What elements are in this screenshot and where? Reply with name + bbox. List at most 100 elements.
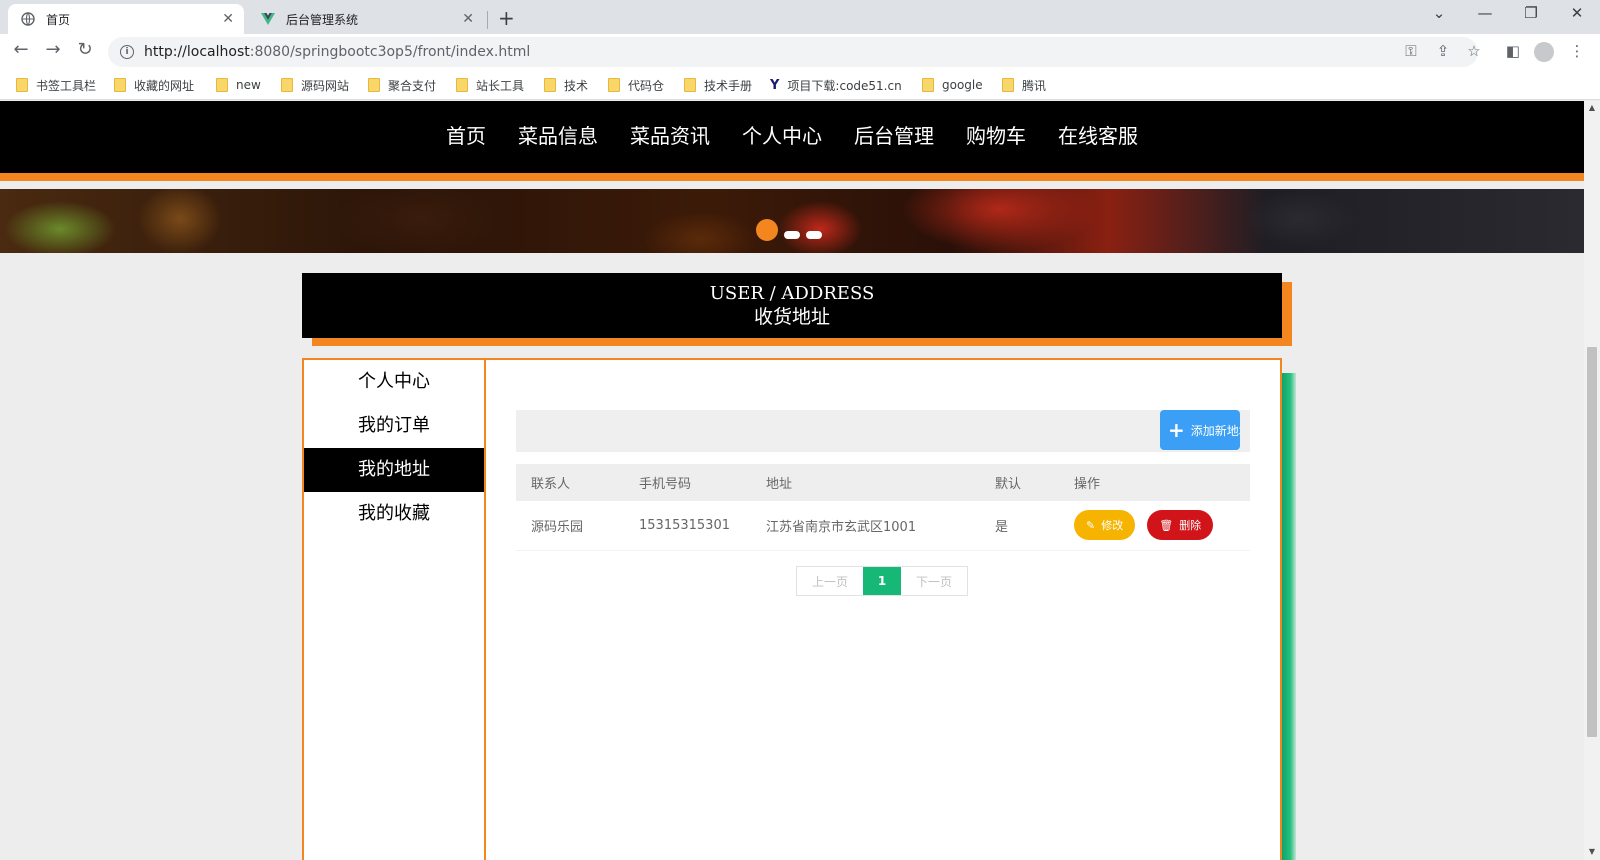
bookmark-item[interactable]: 站长工具 bbox=[456, 75, 524, 95]
section-title-zh: 收货地址 bbox=[753, 306, 830, 328]
close-icon[interactable]: ✕ bbox=[462, 11, 474, 27]
bookmark-label: 站长工具 bbox=[476, 78, 525, 93]
column-header-actions: 操作 bbox=[1059, 464, 1250, 501]
bookmark-item[interactable]: 收藏的网址 bbox=[114, 75, 194, 95]
add-address-button[interactable]: + 添加新地址 bbox=[1160, 410, 1240, 450]
back-icon[interactable]: ← bbox=[8, 39, 34, 60]
bookmark-label: 书签工具栏 bbox=[36, 78, 97, 93]
bookmark-label: 聚合支付 bbox=[388, 78, 437, 93]
table-header-row: 联系人 手机号码 地址 默认 操作 bbox=[516, 464, 1250, 501]
bookmark-item[interactable]: 聚合支付 bbox=[368, 75, 436, 95]
carousel-dot[interactable] bbox=[806, 231, 822, 239]
bookmark-label: 收藏的网址 bbox=[134, 78, 195, 93]
sidebar-item-orders[interactable]: 我的订单 bbox=[304, 404, 484, 448]
edit-button[interactable]: ✎ 修改 bbox=[1074, 510, 1136, 541]
banner-carousel bbox=[0, 189, 1584, 253]
address-panel: + 添加新地址 联系人 手机号码 地址 默认 操作 源码乐园 153153153… bbox=[485, 358, 1282, 860]
bookmark-label: 源码网站 bbox=[301, 78, 350, 93]
nav-item-news[interactable]: 菜品资讯 bbox=[614, 120, 726, 149]
bookmark-label: new bbox=[236, 78, 261, 92]
prev-page-button[interactable]: 上一页 bbox=[797, 567, 863, 595]
pencil-icon: ✎ bbox=[1086, 518, 1096, 532]
window-close-icon[interactable]: ✕ bbox=[1554, 4, 1600, 22]
browser-tab-bar: 首页 ✕ 后台管理系统 ✕ + ⌄ — ❐ ✕ bbox=[0, 0, 1600, 34]
sidebar-item-favorites[interactable]: 我的收藏 bbox=[304, 492, 484, 536]
url-path: :8080/springbootc3op5/front/index.html bbox=[249, 44, 531, 60]
reload-icon[interactable]: ↻ bbox=[72, 39, 98, 60]
bookmark-item[interactable]: new bbox=[216, 75, 261, 95]
cell-phone: 15315315301 bbox=[624, 501, 751, 551]
folder-icon bbox=[544, 78, 556, 92]
carousel-indicators bbox=[756, 219, 822, 241]
address-bar[interactable]: i http://localhost:8080/springbootc3op5/… bbox=[108, 37, 1478, 67]
bookmark-item[interactable]: google bbox=[922, 75, 983, 95]
carousel-dot-active[interactable] bbox=[756, 219, 778, 241]
page-number-current[interactable]: 1 bbox=[863, 567, 901, 595]
folder-icon bbox=[608, 78, 620, 92]
tab-title: 首页 bbox=[46, 12, 71, 27]
bookmark-item[interactable]: 技术手册 bbox=[684, 75, 752, 95]
trash-icon: 🗑 bbox=[1159, 518, 1174, 532]
bookmark-label: 技术手册 bbox=[704, 78, 753, 93]
next-page-button[interactable]: 下一页 bbox=[901, 567, 967, 595]
user-side-menu: 个人中心 我的订单 我的地址 我的收藏 bbox=[302, 358, 485, 860]
menu-icon[interactable]: ⋮ bbox=[1566, 42, 1588, 60]
info-icon[interactable]: i bbox=[120, 45, 134, 59]
browser-tab-home[interactable]: 首页 ✕ bbox=[8, 4, 244, 34]
page-scrollbar[interactable]: ▲ ▼ bbox=[1584, 101, 1600, 860]
profile-avatar-icon[interactable] bbox=[1534, 42, 1554, 62]
globe-icon bbox=[20, 11, 36, 27]
sidebar-item-address[interactable]: 我的地址 bbox=[304, 448, 484, 492]
bookmark-item[interactable]: Y 项目下载:code51.cn bbox=[770, 75, 902, 95]
bookmark-label: 腾讯 bbox=[1022, 78, 1047, 93]
edit-label: 修改 bbox=[1101, 519, 1124, 533]
nav-item-dishes[interactable]: 菜品信息 bbox=[502, 120, 614, 149]
cell-actions: ✎ 修改 🗑 删除 bbox=[1059, 501, 1250, 551]
minimize-icon[interactable]: — bbox=[1462, 4, 1508, 22]
bookmark-item[interactable]: 代码仓 bbox=[608, 75, 664, 95]
folder-icon bbox=[1002, 78, 1014, 92]
address-table: 联系人 手机号码 地址 默认 操作 源码乐园 15315315301 江苏省南京… bbox=[516, 464, 1250, 551]
column-header-address: 地址 bbox=[751, 464, 980, 501]
share-icon[interactable]: ⇪ bbox=[1432, 42, 1454, 60]
delete-button[interactable]: 🗑 删除 bbox=[1147, 510, 1214, 541]
folder-icon bbox=[368, 78, 380, 92]
browser-toolbar: ← → ↻ i http://localhost:8080/springboot… bbox=[0, 34, 1600, 70]
column-header-phone: 手机号码 bbox=[624, 464, 751, 501]
y-logo-icon: Y bbox=[770, 77, 780, 93]
scroll-up-icon[interactable]: ▲ bbox=[1584, 103, 1600, 112]
restore-icon[interactable]: ❐ bbox=[1508, 4, 1554, 22]
bookmark-label: 代码仓 bbox=[628, 78, 665, 93]
column-header-contact: 联系人 bbox=[516, 464, 624, 501]
sidebar-item-profile[interactable]: 个人中心 bbox=[304, 360, 484, 404]
folder-icon bbox=[114, 78, 126, 92]
nav-item-admin[interactable]: 后台管理 bbox=[838, 120, 950, 149]
browser-tab-admin[interactable]: 后台管理系统 ✕ bbox=[248, 4, 484, 34]
folder-icon bbox=[16, 78, 28, 92]
close-icon[interactable]: ✕ bbox=[222, 11, 234, 27]
folder-icon bbox=[216, 78, 228, 92]
carousel-dot[interactable] bbox=[784, 231, 800, 239]
side-panel-icon[interactable]: ◧ bbox=[1502, 42, 1524, 60]
new-tab-button[interactable]: + bbox=[498, 6, 515, 30]
nav-item-home[interactable]: 首页 bbox=[430, 120, 502, 149]
bookmark-item[interactable]: 技术 bbox=[544, 75, 588, 95]
nav-item-cart[interactable]: 购物车 bbox=[950, 120, 1042, 149]
forward-icon[interactable]: → bbox=[40, 39, 66, 60]
nav-item-support[interactable]: 在线客服 bbox=[1042, 120, 1154, 149]
bookmark-item[interactable]: 源码网站 bbox=[281, 75, 349, 95]
folder-icon bbox=[281, 78, 293, 92]
key-icon[interactable]: ⚿ bbox=[1400, 42, 1422, 60]
star-icon[interactable]: ☆ bbox=[1463, 42, 1485, 60]
scroll-down-icon[interactable]: ▼ bbox=[1584, 847, 1600, 856]
delete-label: 删除 bbox=[1179, 519, 1202, 533]
tab-search-icon[interactable]: ⌄ bbox=[1416, 4, 1462, 22]
scrollbar-thumb[interactable] bbox=[1587, 347, 1597, 737]
bookmark-item[interactable]: 腾讯 bbox=[1002, 75, 1046, 95]
tab-title: 后台管理系统 bbox=[286, 12, 359, 27]
nav-item-profile[interactable]: 个人中心 bbox=[726, 120, 838, 149]
cell-default: 是 bbox=[980, 501, 1059, 551]
pagination: 上一页 1 下一页 bbox=[796, 566, 968, 596]
bookmark-item[interactable]: 书签工具栏 bbox=[16, 75, 96, 95]
table-row: 源码乐园 15315315301 江苏省南京市玄武区1001 是 ✎ 修改 🗑 … bbox=[516, 501, 1250, 551]
